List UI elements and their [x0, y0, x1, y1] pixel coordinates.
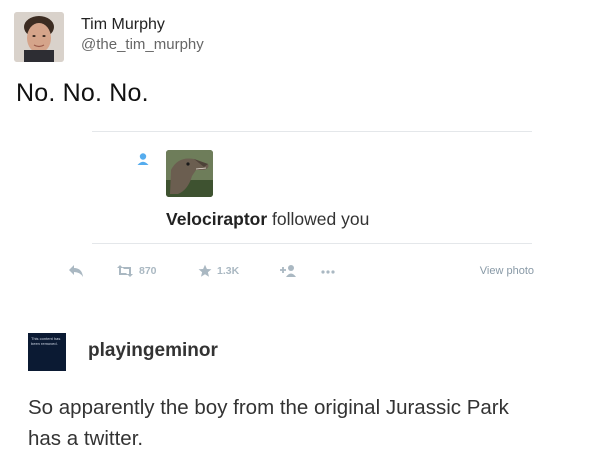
tweet-text: No. No. No. [16, 79, 149, 107]
removed-content-thumbnail[interactable]: This content has been removed. [28, 333, 66, 371]
like-count: 1.3K [217, 265, 240, 277]
removed-notice: This content has been removed. [31, 336, 61, 346]
card-top-divider [92, 131, 532, 132]
view-photo-link[interactable]: View photo [480, 265, 534, 277]
add-user-icon [280, 265, 296, 277]
author-handle[interactable]: @the_tim_murphy [81, 36, 204, 53]
retweet-button[interactable]: 870 [116, 264, 157, 278]
tweet-actions: 870 1.3K View photo [68, 264, 538, 284]
notification-actor[interactable]: Velociraptor [166, 209, 267, 229]
star-icon [198, 264, 212, 277]
like-button[interactable]: 1.3K [198, 264, 239, 278]
post-text-line-1: So apparently the boy from the original … [28, 396, 509, 419]
post-text: So apparently the boy from the original … [28, 392, 568, 454]
more-dots-icon [321, 270, 335, 274]
notification-text: Velociraptor followed you [166, 209, 369, 230]
avatar[interactable] [14, 12, 64, 62]
author-name[interactable]: Tim Murphy [81, 16, 165, 34]
person-icon [136, 152, 150, 166]
follow-button[interactable] [278, 264, 298, 278]
reply-button[interactable] [68, 264, 84, 278]
retweet-icon [117, 265, 133, 277]
post-text-line-2: has a twitter. [28, 427, 144, 450]
blog-name[interactable]: playingeminor [88, 340, 218, 362]
card-bottom-divider [92, 243, 532, 244]
velociraptor-avatar[interactable] [166, 150, 213, 197]
notification-action: followed you [267, 209, 370, 229]
retweet-count: 870 [139, 265, 157, 277]
more-button[interactable] [320, 264, 336, 278]
reply-icon [69, 265, 83, 277]
